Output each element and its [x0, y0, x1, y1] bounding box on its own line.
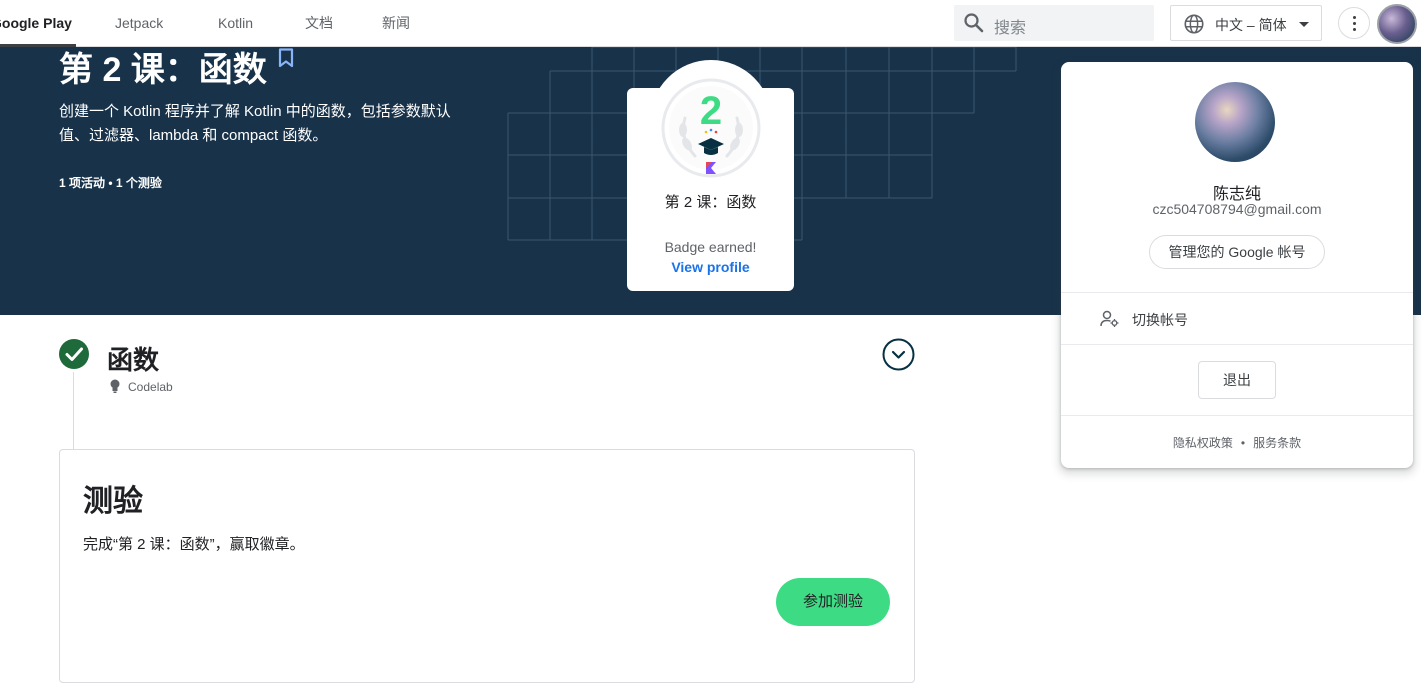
page-title: 第 2 课：函数 — [59, 51, 267, 89]
switch-account-icon — [1100, 310, 1119, 327]
avatar — [1195, 82, 1275, 162]
view-profile-link[interactable]: View profile — [627, 259, 794, 275]
language-select[interactable]: 中文 – 简体 — [1170, 5, 1322, 41]
bookmark-icon[interactable] — [278, 48, 294, 68]
badge-number: 2 — [700, 89, 722, 133]
more-options-button[interactable] — [1338, 7, 1370, 39]
globe-icon — [1184, 14, 1204, 34]
check-circle-icon — [59, 339, 89, 369]
search-placeholder: 搜索 — [994, 20, 1027, 37]
tab-docs[interactable]: 文档 — [305, 0, 333, 47]
search-input[interactable]: 搜索 — [954, 5, 1154, 41]
language-label: 中文 – 简体 — [1215, 17, 1287, 33]
terms-link[interactable]: 服务条款 — [1253, 436, 1301, 450]
take-quiz-button[interactable]: 参加测验 — [776, 578, 890, 626]
account-email: czc504708794@gmail.com — [1152, 201, 1322, 217]
more-vert-icon-dot-2 — [1353, 28, 1356, 31]
divider — [1061, 344, 1413, 345]
divider — [1061, 292, 1413, 293]
lightbulb-icon — [110, 379, 120, 393]
top-nav: Google Play Jetpack Kotlin 文档 新闻 搜索 中文 –… — [0, 0, 1421, 47]
activity-type: Codelab — [128, 380, 173, 394]
sign-out-button[interactable]: 退出 — [1198, 361, 1276, 399]
badge-icon: 2 — [661, 78, 761, 178]
badge-title: 第 2 课：函数 — [664, 194, 757, 211]
account-avatar-button[interactable] — [1377, 4, 1417, 44]
chevron-down-icon — [1299, 22, 1309, 27]
divider — [1061, 415, 1413, 416]
badge-earned-text: Badge earned! — [664, 239, 757, 255]
timeline-line — [73, 372, 74, 450]
footer-separator: • — [1240, 436, 1246, 450]
activity-count: 1 项活动 • 1 个测验 — [59, 176, 162, 190]
tab-google-play[interactable]: Google Play — [0, 0, 76, 47]
more-vert-icon — [1353, 16, 1356, 19]
tab-kotlin[interactable]: Kotlin — [218, 0, 253, 47]
manage-account-button[interactable]: 管理您的 Google 帐号 — [1149, 235, 1325, 269]
more-vert-icon-dot — [1353, 22, 1356, 25]
quiz-description: 完成“第 2 课：函数”，赢取徽章。 — [83, 536, 305, 553]
quiz-title: 测验 — [83, 485, 143, 518]
expand-button[interactable] — [882, 338, 915, 371]
account-footer: 隐私权政策 • 服务条款 — [1061, 434, 1413, 451]
switch-account-link[interactable]: 切换帐号 — [1132, 310, 1188, 330]
privacy-link[interactable]: 隐私权政策 — [1173, 436, 1233, 450]
activity-title[interactable]: 函数 — [107, 340, 159, 377]
quiz-card — [59, 449, 915, 683]
tab-news[interactable]: 新闻 — [382, 0, 410, 47]
search-icon — [964, 13, 984, 33]
tab-jetpack[interactable]: Jetpack — [115, 0, 163, 47]
page-description: 创建一个 Kotlin 程序并了解 Kotlin 中的函数，包括参数默认值、过滤… — [59, 103, 451, 144]
